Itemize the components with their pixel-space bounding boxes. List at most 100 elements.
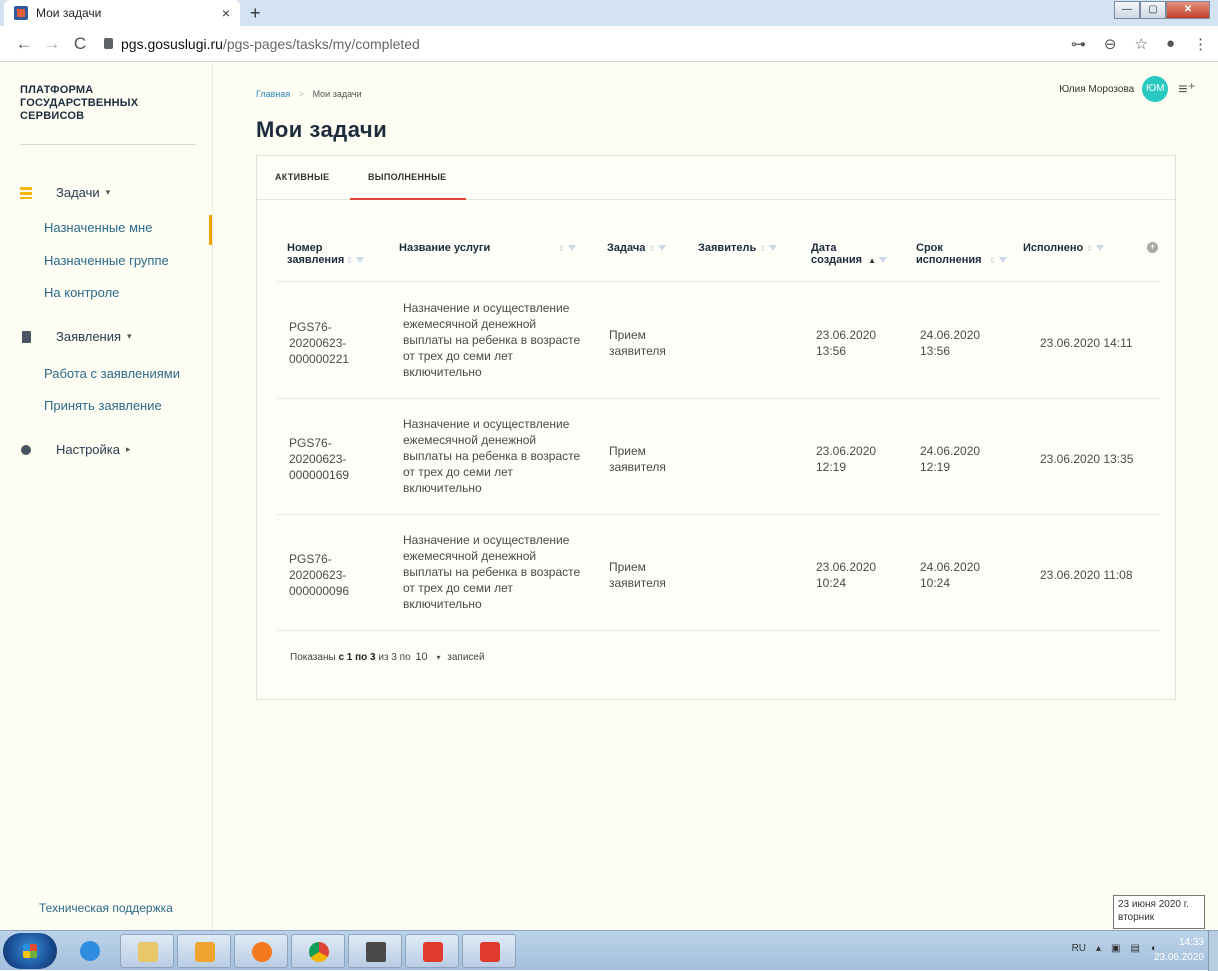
forward-button[interactable]: → [38,34,66,54]
sort-ascending-icon[interactable]: ▲ [868,256,876,265]
sort-icon[interactable]: ⇕ [759,244,766,253]
filter-icon[interactable] [567,245,576,252]
taskbar-app1[interactable] [405,934,459,968]
tab-active[interactable]: АКТИВНЫЕ [275,172,329,182]
start-button[interactable] [3,933,57,969]
taskbar-docs[interactable] [348,934,402,968]
cell-number[interactable]: PGS76-20200623-000000169 [289,435,369,483]
sort-icon[interactable]: ⇕ [648,244,655,253]
chevron-right-icon: ▸ [126,444,131,454]
taskbar-media[interactable] [177,934,231,968]
column-label: Дата создания [811,242,863,266]
sidebar-item-on-control[interactable]: На контроле [44,285,119,300]
app-icon [480,942,500,962]
divider [20,144,196,145]
menu-icon[interactable]: ≡⁺ [1178,79,1196,99]
filter-icon[interactable] [769,245,778,252]
records-suffix: записей [447,652,485,663]
user-menu[interactable]: Юлия Морозова ЮМ ≡⁺ [1059,76,1196,102]
filter-icon[interactable] [879,257,888,264]
folder-icon [138,942,158,962]
lock-icon [104,38,113,49]
sidebar-item-work-with-applications[interactable]: Работа с заявлениями [44,366,180,381]
show-desktop-button[interactable] [1208,931,1218,971]
shown-total: из 3 по [378,652,411,663]
close-tab-icon[interactable]: × [222,5,230,21]
minimize-button[interactable]: — [1114,1,1140,19]
table-row[interactable]: PGS76-20200623-000000169 Назначение и ос… [277,399,1161,515]
sort-icon[interactable]: ⇕ [989,256,996,265]
back-button[interactable]: ← [10,34,38,54]
window-controls: — ▢ ✕ [1114,1,1210,19]
sidebar-item-accept-application[interactable]: Принять заявление [44,398,162,413]
new-tab-button[interactable]: + [250,3,261,24]
taskbar-chrome[interactable] [291,934,345,968]
language-indicator[interactable]: RU [1072,943,1086,954]
page-size-select[interactable]: 10 [415,651,427,663]
cell-deadline: 24.06.2020 10:24 [920,560,981,590]
cell-number[interactable]: PGS76-20200623-000000096 [289,551,369,599]
browser-tab[interactable]: Мои задачи × [4,0,240,26]
key-icon[interactable]: ⊶ [1071,35,1086,53]
column-header-deadline[interactable]: Срок исполнения ⇕ [916,242,1016,267]
taskbar-explorer[interactable] [120,934,174,968]
column-label: Название услуги [399,242,491,254]
tab-completed[interactable]: ВЫПОЛНЕННЫЕ [368,172,447,182]
sidebar-group-settings[interactable]: Настройка ▸ [20,442,131,457]
column-header-number[interactable]: Номер заявления ⇕ [287,242,367,267]
maximize-button[interactable]: ▢ [1140,1,1166,19]
network-icon[interactable]: ▣ [1111,943,1120,954]
breadcrumb-home-link[interactable]: Главная [256,89,290,99]
sidebar: ПЛАТФОРМА ГОСУДАРСТВЕННЫХ СЕРВИСОВ Задач… [0,63,213,930]
avatar[interactable]: ЮМ [1142,76,1169,102]
sidebar-group-tasks[interactable]: Задачи ▾ [20,185,110,200]
column-header-done[interactable]: Исполнено ⇕ [1023,242,1143,255]
sort-icon[interactable]: ⇕ [346,256,353,265]
url-field[interactable]: pgs.gosuslugi.ru /pgs-pages/tasks/my/com… [104,36,1071,52]
internet-explorer-icon [80,941,100,961]
close-window-button[interactable]: ✕ [1166,1,1210,19]
brand-logo-text[interactable]: ПЛАТФОРМА ГОСУДАРСТВЕННЫХ СЕРВИСОВ [20,84,180,123]
cell-created: 23.06.2020 10:24 [816,560,877,590]
sidebar-group-applications[interactable]: Заявления ▾ [20,329,132,344]
zoom-icon[interactable]: ⊖ [1104,35,1117,53]
cell-done: 23.06.2020 13:35 [1040,452,1134,466]
taskbar-ie[interactable] [63,934,117,968]
add-column-icon[interactable]: + [1147,242,1158,253]
page-title: Мои задачи [256,117,388,142]
reload-button[interactable]: C [66,34,94,54]
sidebar-item-assigned-to-group[interactable]: Назначенные группе [44,253,169,268]
sort-icon[interactable]: ⇕ [1086,244,1093,253]
filter-icon[interactable] [658,245,667,252]
column-header-service[interactable]: Название услуги ⇕ [399,242,579,255]
filter-icon[interactable] [998,257,1007,264]
taskbar-firefox[interactable] [234,934,288,968]
chevron-up-icon[interactable]: ▴ [1096,943,1101,954]
monitor-icon[interactable]: ▤ [1131,943,1140,954]
shown-prefix: Показаны [290,652,336,663]
filter-icon[interactable] [1096,245,1105,252]
sort-icon[interactable]: ⇕ [558,244,565,253]
account-icon[interactable]: ● [1166,35,1175,52]
browser-menu-icon[interactable]: ⋮ [1193,35,1208,53]
taskbar-app2[interactable] [462,934,516,968]
table-row[interactable]: PGS76-20200623-000000096 Назначение и ос… [277,515,1161,631]
bookmark-star-icon[interactable]: ☆ [1134,35,1147,53]
chrome-icon [309,942,329,962]
tabs: АКТИВНЫЕ ВЫПОЛНЕННЫЕ [257,156,1175,200]
sidebar-item-assigned-to-me[interactable]: Назначенные мне [44,220,152,235]
column-header-task[interactable]: Задача ⇕ [607,242,687,255]
user-name[interactable]: Юлия Морозова [1059,84,1134,95]
taskbar: RU ▴ ▣ ▤ ◖ 14:33 23.06.2020 [0,930,1218,971]
clock[interactable]: 14:33 23.06.2020 [1154,935,1204,965]
chevron-down-icon[interactable]: ▾ [436,653,440,662]
cell-number[interactable]: PGS76-20200623-000000221 [289,319,369,367]
table-row[interactable]: PGS76-20200623-000000221 Назначение и ос… [277,283,1161,399]
column-header-created[interactable]: Дата создания ▲ [811,242,901,267]
filter-icon[interactable] [355,257,364,264]
sidebar-group-label: Заявления [56,329,122,344]
url-path: /pgs-pages/tasks/my/completed [222,35,420,52]
column-header-applicant[interactable]: Заявитель ⇕ [698,242,798,255]
tech-support-link[interactable]: Техническая поддержка [39,901,173,915]
tab-selected-indicator [350,198,466,200]
